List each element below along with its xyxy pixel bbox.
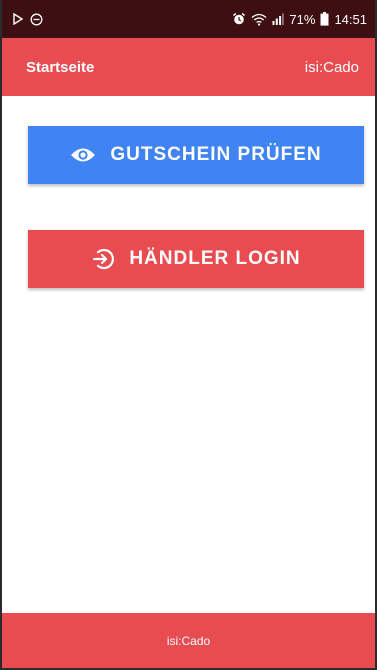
play-icon [12,13,24,25]
status-bar: 71% 14:51 [2,0,375,38]
battery-icon [320,12,329,26]
app-brand: isi:Cado [304,58,359,76]
check-voucher-label: GUTSCHEIN PRÜFEN [110,144,322,165]
do-not-disturb-icon [30,13,43,26]
signal-icon [272,13,285,25]
merchant-login-label: HÄNDLER LOGIN [129,248,301,269]
page-title: Startseite [26,58,95,76]
merchant-login-button[interactable]: HÄNDLER LOGIN [28,230,364,288]
footer-brand: isi:Cado [166,633,211,648]
footer: isi:Cado [2,613,375,668]
login-icon [91,247,115,271]
app-screen: 71% 14:51 Startseite isi:Cado GUTSCHEIN … [0,0,377,670]
check-voucher-button[interactable]: GUTSCHEIN PRÜFEN [28,126,364,184]
status-left [12,13,43,26]
eye-icon [70,146,96,164]
status-right: 71% 14:51 [232,12,367,27]
battery-percent: 71% [289,11,316,27]
app-bar: Startseite isi:Cado [2,38,375,96]
wifi-icon [251,13,267,26]
alarm-icon [232,12,246,26]
clock: 14:51 [334,11,367,27]
